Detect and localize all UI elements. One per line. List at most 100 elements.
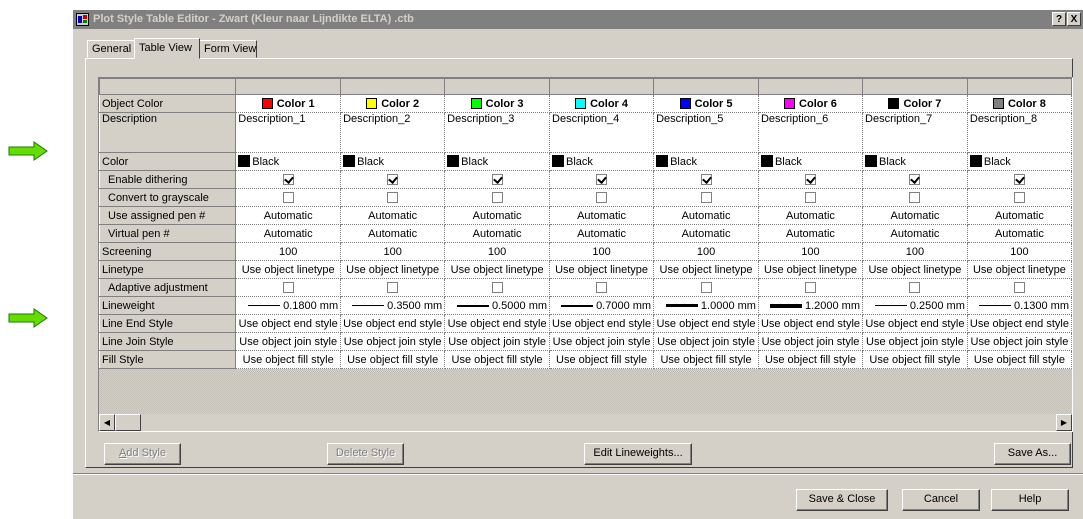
fill-style-cell[interactable]: Use object fill style	[758, 350, 864, 369]
lineweight-cell[interactable]: 0.5000 mm	[444, 296, 551, 315]
save-as-button[interactable]: Save As...	[994, 443, 1071, 465]
save-and-close-button[interactable]: Save & Close	[796, 489, 888, 511]
line-join-style-cell[interactable]: Use object join style	[653, 332, 759, 351]
screening-cell[interactable]: 100	[235, 242, 342, 261]
scroll-left-icon[interactable]: ◀	[99, 414, 115, 431]
horizontal-scrollbar[interactable]: ◀ ▶	[99, 414, 1072, 431]
color-select-cell[interactable]: Black	[549, 152, 655, 171]
color-select-cell[interactable]: Black	[340, 152, 446, 171]
line-end-style-cell[interactable]: Use object end style	[340, 314, 446, 333]
assigned-pen-cell[interactable]: Automatic	[444, 206, 551, 225]
column-header[interactable]: Color 5	[653, 94, 759, 113]
convert-grayscale-checkbox[interactable]	[1013, 192, 1025, 204]
virtual-pen-cell[interactable]: Automatic	[444, 224, 551, 243]
fill-style-cell[interactable]: Use object fill style	[235, 350, 342, 369]
column-header[interactable]: Color 1	[235, 94, 342, 113]
line-end-style-cell[interactable]: Use object end style	[653, 314, 759, 333]
screening-cell[interactable]: 100	[967, 242, 1072, 261]
line-join-style-cell[interactable]: Use object join style	[758, 332, 864, 351]
lineweight-cell[interactable]: 0.2500 mm	[862, 296, 968, 315]
column-header[interactable]: Color 7	[862, 94, 968, 113]
linetype-cell[interactable]: Use object linetype	[758, 260, 864, 279]
lineweight-cell[interactable]: 1.0000 mm	[653, 296, 759, 315]
assigned-pen-cell[interactable]: Automatic	[653, 206, 759, 225]
virtual-pen-cell[interactable]: Automatic	[235, 224, 342, 243]
color-select-cell[interactable]: Black	[967, 152, 1072, 171]
description-cell[interactable]: Description_3	[444, 112, 551, 153]
fill-style-cell[interactable]: Use object fill style	[444, 350, 551, 369]
screening-cell[interactable]: 100	[549, 242, 655, 261]
enable-dithering-checkbox[interactable]	[596, 174, 608, 186]
tab-form-view[interactable]: Form View	[199, 40, 257, 58]
fill-style-cell[interactable]: Use object fill style	[862, 350, 968, 369]
column-header[interactable]: Color 3	[444, 94, 551, 113]
line-end-style-cell[interactable]: Use object end style	[235, 314, 342, 333]
lineweight-cell[interactable]: 0.3500 mm	[340, 296, 446, 315]
scroll-right-icon[interactable]: ▶	[1056, 414, 1072, 431]
enable-dithering-checkbox[interactable]	[1013, 174, 1025, 186]
adaptive-adjustment-checkbox[interactable]	[387, 282, 399, 294]
screening-cell[interactable]: 100	[758, 242, 864, 261]
virtual-pen-cell[interactable]: Automatic	[758, 224, 864, 243]
enable-dithering-checkbox[interactable]	[804, 174, 816, 186]
help-question-button[interactable]: ?	[1052, 12, 1066, 26]
lineweight-cell[interactable]: 0.1800 mm	[235, 296, 342, 315]
convert-grayscale-checkbox[interactable]	[700, 192, 712, 204]
assigned-pen-cell[interactable]: Automatic	[340, 206, 446, 225]
description-cell[interactable]: Description_7	[862, 112, 968, 153]
screening-cell[interactable]: 100	[340, 242, 446, 261]
convert-grayscale-checkbox[interactable]	[804, 192, 816, 204]
color-select-cell[interactable]: Black	[444, 152, 551, 171]
linetype-cell[interactable]: Use object linetype	[653, 260, 759, 279]
enable-dithering-checkbox[interactable]	[491, 174, 503, 186]
assigned-pen-cell[interactable]: Automatic	[235, 206, 342, 225]
enable-dithering-checkbox[interactable]	[387, 174, 399, 186]
line-join-style-cell[interactable]: Use object join style	[967, 332, 1072, 351]
line-end-style-cell[interactable]: Use object end style	[862, 314, 968, 333]
virtual-pen-cell[interactable]: Automatic	[862, 224, 968, 243]
tab-general[interactable]: General	[87, 40, 135, 58]
description-cell[interactable]: Description_8	[967, 112, 1072, 153]
convert-grayscale-checkbox[interactable]	[909, 192, 921, 204]
enable-dithering-checkbox[interactable]	[700, 174, 712, 186]
virtual-pen-cell[interactable]: Automatic	[340, 224, 446, 243]
virtual-pen-cell[interactable]: Automatic	[653, 224, 759, 243]
column-header[interactable]: Color 2	[340, 94, 446, 113]
description-cell[interactable]: Description_2	[340, 112, 446, 153]
adaptive-adjustment-checkbox[interactable]	[282, 282, 294, 294]
cancel-button[interactable]: Cancel	[902, 489, 980, 511]
virtual-pen-cell[interactable]: Automatic	[967, 224, 1072, 243]
line-end-style-cell[interactable]: Use object end style	[967, 314, 1072, 333]
color-select-cell[interactable]: Black	[653, 152, 759, 171]
help-button[interactable]: Help	[991, 489, 1069, 511]
adaptive-adjustment-checkbox[interactable]	[491, 282, 503, 294]
adaptive-adjustment-checkbox[interactable]	[700, 282, 712, 294]
linetype-cell[interactable]: Use object linetype	[340, 260, 446, 279]
fill-style-cell[interactable]: Use object fill style	[340, 350, 446, 369]
line-join-style-cell[interactable]: Use object join style	[235, 332, 342, 351]
color-select-cell[interactable]: Black	[235, 152, 342, 171]
close-button[interactable]: X	[1067, 12, 1081, 26]
description-cell[interactable]: Description_4	[549, 112, 655, 153]
edit-lineweights-button[interactable]: Edit Lineweights...	[584, 443, 692, 465]
line-join-style-cell[interactable]: Use object join style	[340, 332, 446, 351]
line-join-style-cell[interactable]: Use object join style	[862, 332, 968, 351]
virtual-pen-cell[interactable]: Automatic	[549, 224, 655, 243]
screening-cell[interactable]: 100	[862, 242, 968, 261]
line-end-style-cell[interactable]: Use object end style	[758, 314, 864, 333]
description-cell[interactable]: Description_1	[235, 112, 342, 153]
tab-table-view[interactable]: Table View	[134, 38, 200, 59]
column-header[interactable]: Color 6	[758, 94, 864, 113]
linetype-cell[interactable]: Use object linetype	[862, 260, 968, 279]
adaptive-adjustment-checkbox[interactable]	[909, 282, 921, 294]
assigned-pen-cell[interactable]: Automatic	[967, 206, 1072, 225]
convert-grayscale-checkbox[interactable]	[491, 192, 503, 204]
fill-style-cell[interactable]: Use object fill style	[653, 350, 759, 369]
description-cell[interactable]: Description_6	[758, 112, 864, 153]
column-header[interactable]: Color 4	[549, 94, 655, 113]
adaptive-adjustment-checkbox[interactable]	[804, 282, 816, 294]
color-select-cell[interactable]: Black	[862, 152, 968, 171]
linetype-cell[interactable]: Use object linetype	[235, 260, 342, 279]
adaptive-adjustment-checkbox[interactable]	[596, 282, 608, 294]
assigned-pen-cell[interactable]: Automatic	[758, 206, 864, 225]
